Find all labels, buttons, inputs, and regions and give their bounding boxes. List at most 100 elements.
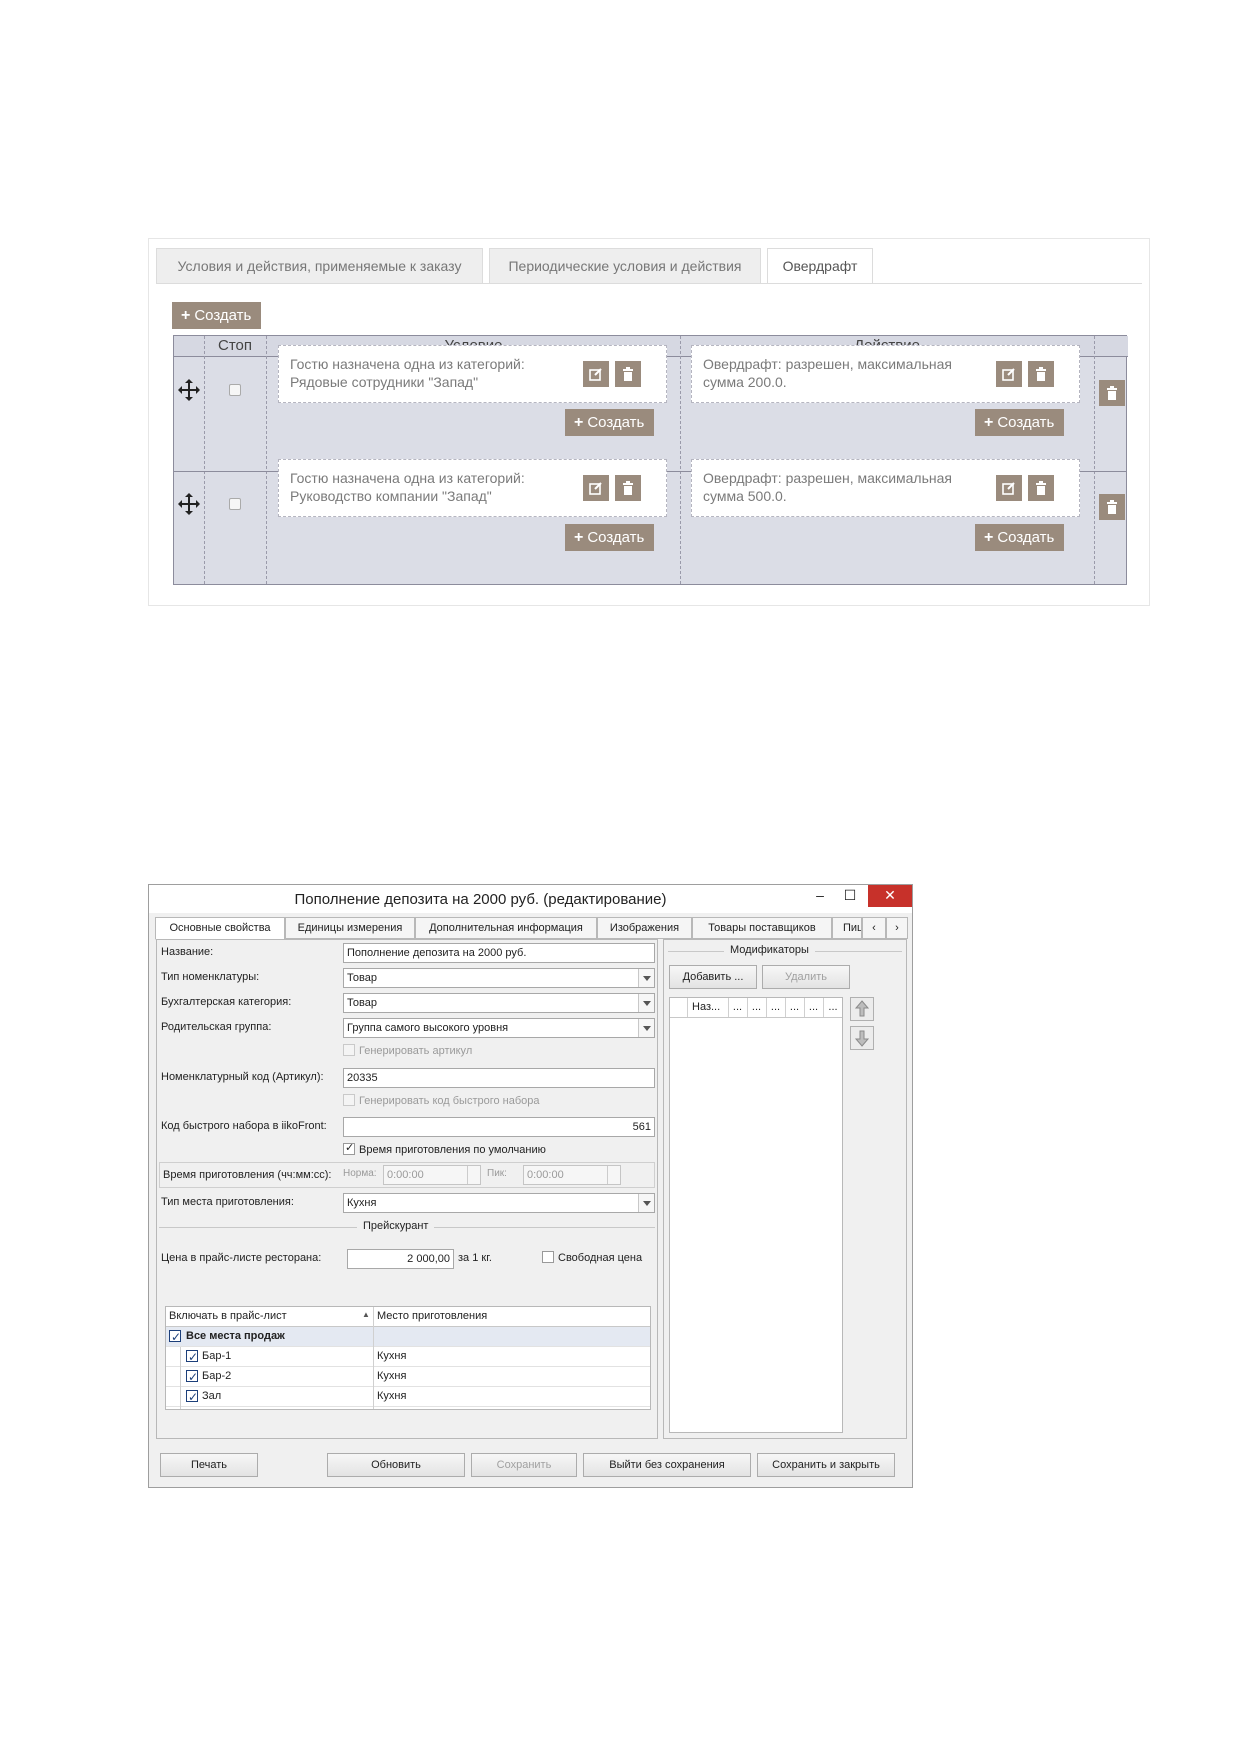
column-divider [180,1347,181,1409]
tab-overdraft[interactable]: Овердрафт [767,248,873,284]
spinner-arrows-icon[interactable] [607,1166,620,1184]
move-up-button[interactable] [850,997,874,1021]
sale-place-name: Бар-1 [202,1350,232,1362]
modifiers-grid-header: Наз... ... ... ... ... ... ... [670,998,842,1018]
save-and-close-button[interactable]: Сохранить и закрыть [757,1453,895,1477]
condition-text: Гостю назначена одна из категорий: Руков… [290,470,525,504]
table-row[interactable]: Бар-1 Кухня [166,1347,650,1367]
create-action-button[interactable]: + Создать [975,409,1065,436]
norm-time-field[interactable]: 0:00:00 [383,1165,481,1185]
quick-code-field[interactable]: 561 [343,1117,655,1137]
table-row[interactable]: Зал Кухня [166,1387,650,1407]
free-price-option[interactable]: Свободная цена [542,1251,642,1264]
product-edit-dialog: Пополнение депозита на 2000 руб. (редакт… [148,884,913,1488]
delete-condition-button[interactable] [615,361,641,387]
rules-editor-screenshot: Условия и действия, применяемые к заказу… [148,238,1150,606]
refresh-button[interactable]: Обновить [327,1453,465,1477]
delete-action-button[interactable] [1028,361,1054,387]
exit-without-saving-button[interactable]: Выйти без сохранения [583,1453,751,1477]
create-rule-button[interactable]: + Создать [172,302,262,329]
add-modifier-button[interactable]: Добавить ... [669,965,757,989]
tab-units[interactable]: Единицы измерения [285,917,415,939]
column-header-place[interactable]: Место приготовления [377,1310,487,1322]
plus-icon: + [984,414,994,431]
column-header-more[interactable]: ... [766,998,784,1017]
tab-pizza[interactable]: Пиц [832,917,862,939]
save-button[interactable]: Сохранить [471,1453,577,1477]
nomenclature-type-select[interactable]: Товар [343,968,655,988]
generate-quick-code-checkbox[interactable] [343,1094,355,1106]
print-button[interactable]: Печать [160,1453,258,1477]
edit-action-button[interactable] [996,361,1022,387]
default-cook-time-checkbox[interactable] [343,1141,355,1155]
create-action-button[interactable]: + Создать [975,524,1065,551]
include-checkbox[interactable] [186,1388,198,1406]
tab-supplier-products[interactable]: Товары поставщиков [692,917,832,939]
parent-group-label: Родительская группа: [161,1021,272,1033]
default-cook-time-option[interactable]: Время приготовления по умолчанию [343,1141,546,1156]
free-price-checkbox[interactable] [542,1251,554,1263]
generate-sku-option[interactable]: Генерировать артикул [343,1044,472,1057]
stop-checkbox[interactable] [229,498,241,510]
stop-checkbox[interactable] [229,384,241,396]
move-down-button[interactable] [850,1026,874,1050]
pricelist-group-title: Прейскурант [357,1220,435,1232]
delete-rule-button[interactable] [1099,380,1125,406]
table-row[interactable]: Все места продаж [166,1327,650,1347]
delete-rule-button[interactable] [1099,494,1125,520]
edit-icon [589,482,602,495]
price-unit-label: за 1 кг. [458,1252,492,1264]
accounting-category-select[interactable]: Товар [343,993,655,1013]
column-divider [204,336,205,584]
table-row[interactable]: Бар-2 Кухня [166,1367,650,1387]
sku-field[interactable]: 20335 [343,1068,655,1088]
remove-modifier-button[interactable]: Удалить [762,965,850,989]
trash-icon [1107,386,1117,400]
tab-scroll-left[interactable]: ‹ [862,917,886,939]
cook-place-type-select[interactable]: Кухня [343,1193,655,1213]
title-bar: Пополнение депозита на 2000 руб. (редакт… [149,885,912,913]
accounting-category-label: Бухгалтерская категория: [161,996,292,1008]
minimize-button[interactable]: – [805,885,835,907]
column-header-more[interactable]: ... [747,998,765,1017]
column-header-more[interactable]: ... [804,998,822,1017]
create-condition-button[interactable]: + Создать [565,409,655,436]
condition-card: Гостю назначена одна из категорий: Рядов… [278,345,667,403]
include-checkbox[interactable] [169,1328,181,1346]
action-card: Овердрафт: разрешен, максимальная сумма … [691,459,1080,517]
column-header-name[interactable]: Наз... [692,998,720,1016]
include-checkbox[interactable] [186,1368,198,1386]
tab-order-conditions[interactable]: Условия и действия, применяемые к заказу [156,248,483,283]
maximize-button[interactable]: ☐ [835,885,865,907]
column-header-include[interactable]: Включать в прайс-лист [169,1310,287,1322]
tab-main-properties[interactable]: Основные свойства [155,917,285,940]
spinner-arrows-icon[interactable] [467,1166,480,1184]
close-button[interactable]: ✕ [868,885,912,907]
generate-quick-code-option[interactable]: Генерировать код быстрого набора [343,1094,540,1107]
tab-images[interactable]: Изображения [597,917,692,939]
edit-action-button[interactable] [996,475,1022,501]
move-icon[interactable] [177,378,201,402]
generate-sku-checkbox[interactable] [343,1044,355,1056]
price-field[interactable]: 2 000,00 [347,1249,454,1269]
peak-time-field[interactable]: 0:00:00 [523,1165,621,1185]
tab-periodic-conditions[interactable]: Периодические условия и действия [489,248,761,283]
column-divider [373,1307,374,1409]
delete-condition-button[interactable] [615,475,641,501]
move-icon[interactable] [177,492,201,516]
delete-action-button[interactable] [1028,475,1054,501]
column-header-more[interactable]: ... [785,998,803,1017]
sort-ascending-icon: ▲ [362,1310,370,1319]
main-properties-panel: Название: Пополнение депозита на 2000 ру… [156,939,658,1439]
column-header-more[interactable]: ... [823,998,842,1017]
dialog-tabs: Основные свойства Единицы измерения Допо… [155,917,908,940]
edit-condition-button[interactable] [583,475,609,501]
tab-additional-info[interactable]: Дополнительная информация [415,917,597,939]
include-checkbox[interactable] [186,1348,198,1366]
column-header-more[interactable]: ... [728,998,746,1017]
edit-condition-button[interactable] [583,361,609,387]
name-field[interactable]: Пополнение депозита на 2000 руб. [343,943,655,963]
tab-scroll-right[interactable]: › [886,917,908,939]
create-condition-button[interactable]: + Создать [565,524,655,551]
parent-group-select[interactable]: Группа самого высокого уровня [343,1018,655,1038]
